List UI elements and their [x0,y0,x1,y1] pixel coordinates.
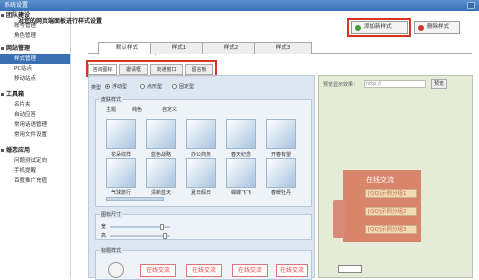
theme-label: 气球旅行 [110,190,131,196]
theme-thumb[interactable] [106,158,136,188]
theme-thumb[interactable] [266,158,296,188]
no-style-icon[interactable] [108,262,124,278]
close-icon[interactable] [467,2,475,9]
theme-thumb[interactable] [146,158,176,188]
type-option-float[interactable]: 浮动型 [105,83,127,90]
type-option-dot[interactable]: 点形型 [140,83,162,90]
qq-group-item[interactable]: [QQ]示例分组2 [365,207,417,216]
radio-fixed[interactable] [172,84,177,89]
theme-label: 花朵纹样 [110,152,131,158]
theme-label: 办公商务 [190,152,211,158]
tab-style-3[interactable]: 样式3 [254,42,312,54]
skin-tab-theme[interactable]: 主题 [106,106,116,113]
chat-style-option[interactable]: 在线交流 [232,264,268,277]
skin-tab-custom[interactable]: 自定义 [162,106,177,113]
theme-label: 清新蓝天 [150,190,171,196]
type-label: 类型 [91,85,102,91]
theme-label: 蝴蝶飞飞 [230,190,251,196]
preview-footer [338,265,362,273]
preview-button[interactable]: 预览 [431,79,447,89]
sidebar-item-mobile-reminder[interactable]: 手机提醒 [0,166,70,176]
delete-style-button[interactable]: 删除样式 [414,21,460,34]
sidebar-item-pc-site[interactable]: PC站点 [0,64,70,74]
theme-thumb[interactable] [186,158,216,188]
type-option-dot-label: 点形型 [147,84,163,90]
width-slider-handle[interactable] [160,224,164,230]
height-label: 高 [101,233,107,239]
theme-label: 开春有望 [270,152,291,158]
icon-size-title: 图标尺寸 [99,211,124,218]
height-slider-handle[interactable] [163,233,167,239]
chat-style-option[interactable]: 在线交流 [186,264,222,277]
chat-widget-preview: 在线交流 [QQ]示例分组1 [QQ]示例分组2 [QQ]示例分组3 [333,170,421,242]
type-option-fixed-label: 固定型 [179,84,195,90]
radio-dot[interactable] [140,84,145,89]
sidebar-section-toolbox: 工具箱 [0,90,70,100]
sidebar-item-roles[interactable]: 角色管理 [0,31,70,41]
style-tabs: 默认样式 样式1 样式2 样式3 [88,41,472,55]
sidebar-item-mobile-site[interactable]: 移动站点 [0,74,70,84]
tab-style-1[interactable]: 样式1 [150,42,208,54]
theme-label: 春天纪念 [230,152,251,158]
title-style-title: 标题样式 [99,247,124,254]
theme-label: 夏日假日 [190,190,211,196]
theme-scrollbar[interactable] [106,197,164,201]
skin-style-title: 皮肤样式 [99,96,124,103]
widget-side-tab [333,200,345,238]
width-label: 宽 [101,224,107,230]
theme-thumb[interactable] [106,119,136,149]
sidebar-section-apps: 婚恋应用 [0,146,70,156]
theme-thumb[interactable] [226,119,256,149]
qq-group-item[interactable]: [QQ]示例分组1 [365,189,417,198]
title-bar: 系统设置 [0,0,479,11]
theme-label: 春暖牡丹 [270,190,291,196]
sidebar-item-cards[interactable]: 名片夹 [0,100,70,110]
url-label: 预览显示效果： [323,82,359,88]
theme-thumb[interactable] [266,119,296,149]
type-option-float-label: 浮动型 [112,84,128,90]
sidebar-section-website: 网站管理 [0,44,70,54]
sidebar-item-auto-reply[interactable]: 自动应答 [0,110,70,120]
sidebar-item-files[interactable]: 常用文件设置 [0,130,70,140]
theme-thumb[interactable] [226,158,256,188]
sidebar-item-baidu-recharge[interactable]: 百度推广充值 [0,176,70,186]
sidebar-item-style-management[interactable]: 样式管理 [0,54,70,64]
delete-icon [418,25,424,31]
delete-style-label: 删除样式 [427,24,450,30]
tab-style-2[interactable]: 样式2 [202,42,260,54]
sidebar: 团队建设 账号管理 角色管理 网站管理 样式管理 PC站点 移动站点 工具箱 名… [0,11,71,278]
preview-url-input[interactable]: http:// [364,80,426,88]
page-title: 对您的网页端面板进行样式设置 [18,18,103,25]
chat-style-option[interactable]: 在线交流 [140,264,176,277]
window-title: 系统设置 [4,2,29,9]
theme-thumb[interactable] [146,119,176,149]
theme-thumb[interactable] [186,119,216,149]
theme-label: 蓝色战略 [150,152,171,158]
skin-tab-solid[interactable]: 纯色 [132,106,142,113]
qq-group-item[interactable]: [QQ]示例分组3 [365,225,417,234]
tab-default-style[interactable]: 默认样式 [98,42,156,55]
widget-title: 在线交流 [366,176,394,184]
highlight-box-add [347,18,411,37]
sidebar-item-question-test[interactable]: 问题测试定向 [0,156,70,166]
type-option-fixed[interactable]: 固定型 [172,83,194,90]
sidebar-item-phrases[interactable]: 常用话语管理 [0,120,70,130]
radio-float[interactable] [105,84,110,89]
chat-style-option[interactable]: 在线交流 [276,264,308,277]
height-slider[interactable] [110,235,170,237]
